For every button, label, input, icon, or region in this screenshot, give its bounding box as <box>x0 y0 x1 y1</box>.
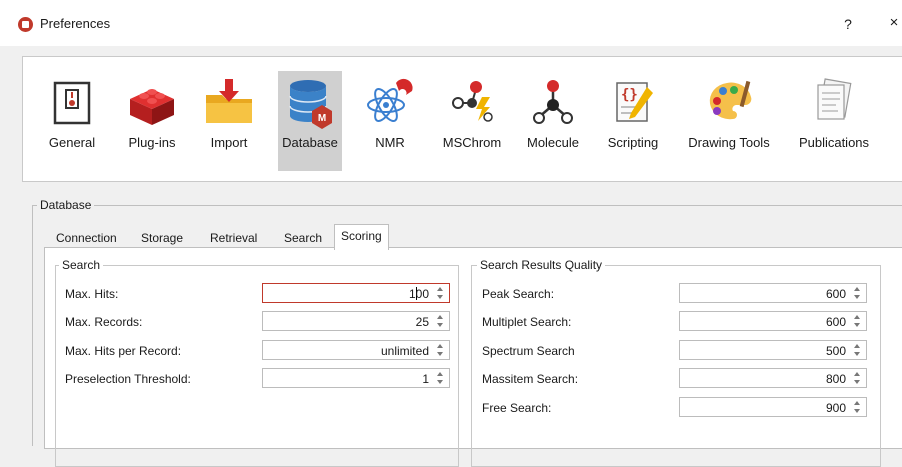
tool-molecule[interactable]: Molecule <box>521 71 585 171</box>
max-hits-per-record-label: Max. Hits per Record: <box>65 344 182 358</box>
molecule-lightning-icon <box>452 81 493 122</box>
tool-label: Molecule <box>526 135 580 150</box>
spinbox-value: 500 <box>825 344 846 358</box>
tab-connection[interactable]: Connection <box>50 228 123 248</box>
spinbox-value: 900 <box>825 401 846 415</box>
magnet-atom-icon <box>367 78 413 122</box>
spinbox-value: 600 <box>825 315 846 329</box>
peak-search-spinbox[interactable]: 600 <box>679 283 867 303</box>
close-button[interactable]: × <box>884 13 902 33</box>
massitem-search-spinbox[interactable]: 800 <box>679 368 867 388</box>
tab-search[interactable]: Search <box>278 228 328 248</box>
title-bar: Preferences ? × <box>0 0 902 46</box>
tool-label: General <box>48 135 96 150</box>
spin-arrows-icon[interactable] <box>434 370 446 386</box>
spinbox-value: 800 <box>825 372 846 386</box>
database-group-title: Database <box>37 198 95 212</box>
script-scroll-icon: {} <box>616 82 653 122</box>
tool-label: Drawing Tools <box>688 135 770 150</box>
spin-arrows-icon[interactable] <box>851 342 863 358</box>
help-button[interactable]: ? <box>838 14 858 34</box>
tool-label: Import <box>210 135 248 150</box>
multiplet-search-label: Multiplet Search: <box>482 315 572 329</box>
tool-label: Plug-ins <box>128 135 176 150</box>
max-records-label: Max. Records: <box>65 315 143 329</box>
spin-arrows-icon[interactable] <box>851 285 863 301</box>
documents-icon <box>817 78 852 120</box>
spinbox-value: 600 <box>825 287 846 301</box>
database-icon: M <box>289 80 332 129</box>
palette-icon <box>709 80 752 120</box>
tool-mschrom[interactable]: MSChrom <box>435 71 509 171</box>
tool-label: Publications <box>798 135 870 150</box>
svg-text:M: M <box>318 113 326 124</box>
tool-label: NMR <box>375 135 405 150</box>
tool-publications[interactable]: Publications <box>791 71 877 171</box>
app-logo-icon <box>18 17 33 32</box>
max-hits-label: Max. Hits: <box>65 287 119 301</box>
tool-label: Database <box>282 135 338 150</box>
spin-arrows-icon[interactable] <box>434 313 446 329</box>
molecule-icon <box>533 80 573 124</box>
free-search-spinbox[interactable]: 900 <box>679 397 867 417</box>
folder-download-icon <box>206 79 252 123</box>
max-hits-spinbox[interactable]: 100 <box>262 283 450 303</box>
tab-scoring[interactable]: Scoring <box>334 224 389 250</box>
multiplet-search-spinbox[interactable]: 600 <box>679 311 867 331</box>
spinbox-value: 100 <box>408 287 429 301</box>
massitem-search-label: Massitem Search: <box>482 372 579 386</box>
tab-storage[interactable]: Storage <box>135 228 189 248</box>
tool-drawing-tools[interactable]: Drawing Tools <box>679 71 779 171</box>
tool-label: MSChrom <box>442 135 502 150</box>
peak-search-label: Peak Search: <box>482 287 555 301</box>
spin-arrows-icon[interactable] <box>434 285 446 301</box>
spin-arrows-icon[interactable] <box>434 342 446 358</box>
preselection-threshold-label: Preselection Threshold: <box>65 372 191 386</box>
tool-general[interactable]: General <box>39 71 105 171</box>
free-search-label: Free Search: <box>482 401 552 415</box>
preselection-threshold-spinbox[interactable]: 1 <box>262 368 450 388</box>
switch-icon <box>53 81 91 125</box>
spectrum-search-label: Spectrum Search <box>482 344 575 358</box>
tool-database[interactable]: M Database <box>278 71 342 171</box>
svg-text:{}: {} <box>621 87 638 103</box>
spinbox-value: unlimited <box>380 344 429 358</box>
tool-plug-ins[interactable]: Plug-ins <box>117 71 187 171</box>
spin-arrows-icon[interactable] <box>851 370 863 386</box>
tool-label: Scripting <box>607 135 659 150</box>
spectrum-search-spinbox[interactable]: 500 <box>679 340 867 360</box>
quality-group-title: Search Results Quality <box>477 258 606 272</box>
lego-brick-icon <box>130 89 174 125</box>
max-records-spinbox[interactable]: 25 <box>262 311 450 331</box>
category-toolbar: General Plug-ins Import M Database NMR M… <box>22 56 902 182</box>
spin-arrows-icon[interactable] <box>851 313 863 329</box>
spinbox-value: 1 <box>422 372 429 386</box>
spin-arrows-icon[interactable] <box>851 399 863 415</box>
max-hits-per-record-spinbox[interactable]: unlimited <box>262 340 450 360</box>
tab-retrieval[interactable]: Retrieval <box>204 228 263 248</box>
search-group-title: Search <box>59 258 104 272</box>
tool-nmr[interactable]: NMR <box>361 71 419 171</box>
scoring-tab-panel: Search Max. Hits: 100 Max. Records: 25 M… <box>44 247 902 467</box>
spinbox-value: 25 <box>415 315 429 329</box>
tool-import[interactable]: Import <box>199 71 259 171</box>
window-title: Preferences <box>40 16 111 31</box>
tool-scripting[interactable]: {} Scripting <box>599 71 667 171</box>
